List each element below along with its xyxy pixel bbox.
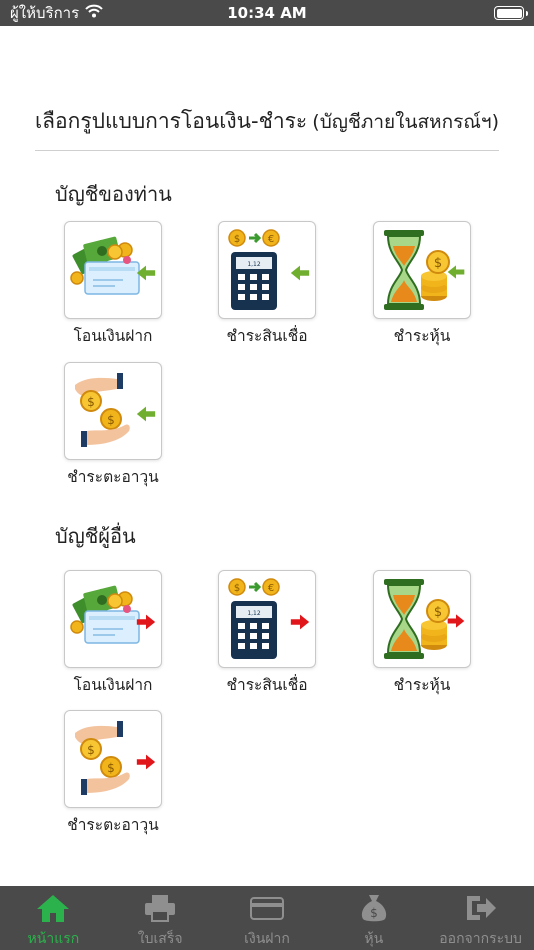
tile-label: ชำระตะอาวุน [67, 816, 159, 834]
tile-box: 1,12 [218, 570, 316, 668]
tab-label: หน้าแรก [27, 931, 80, 947]
status-bar: ผู้ให้บริการ 10:34 AM [0, 0, 534, 26]
tile-label: โอนเงินฝาก [73, 327, 153, 345]
tab-label: เงินฝาก [244, 931, 290, 947]
own-pay-shares-button[interactable]: ชำระหุ้น [357, 221, 487, 351]
status-left: ผู้ให้บริการ [10, 1, 103, 25]
calculator-display: 1,12 [247, 261, 261, 268]
tab-label: หุ้น [364, 931, 384, 947]
tab-receipt[interactable]: ใบเสร็จ [107, 886, 213, 950]
own-pay-loan-button[interactable]: 1,12 ชำระสินเชื่อ [202, 221, 332, 351]
money-bag-icon: $ [358, 892, 390, 924]
tile-label: ชำระสินเชื่อ [226, 676, 308, 694]
battery-icon [494, 6, 528, 20]
logout-icon [464, 892, 498, 924]
own-pay-taawun-button[interactable]: ชำระตะอาวุน [48, 362, 178, 492]
tile-box [64, 221, 162, 319]
tab-home[interactable]: หน้าแรก [0, 886, 106, 950]
tile-box [64, 570, 162, 668]
tile-label: ชำระหุ้น [393, 327, 451, 345]
hands-coins-icon [74, 372, 156, 448]
tile-box [373, 221, 471, 319]
tile-box: 1,12 [218, 221, 316, 319]
page-title: เลือกรูปแบบการโอนเงิน-ชำระ [35, 109, 308, 133]
page-header: เลือกรูปแบบการโอนเงิน-ชำระ (บัญชีภายในสห… [35, 105, 499, 151]
tab-deposit[interactable]: เงินฝาก [214, 886, 320, 950]
carrier-label: ผู้ให้บริการ [10, 4, 80, 22]
tab-label: ออกจากระบบ [439, 931, 522, 947]
tab-shares[interactable]: $ หุ้น [321, 886, 427, 950]
money-transfer-icon [70, 235, 156, 295]
tab-label: ใบเสร็จ [137, 931, 183, 947]
tile-label: โอนเงินฝาก [73, 676, 153, 694]
page-subtitle: (บัญชีภายในสหกรณ์ฯ) [312, 111, 499, 133]
wifi-icon [85, 4, 103, 22]
calculator-display: 1,12 [247, 610, 261, 617]
tab-logout[interactable]: ออกจากระบบ [428, 886, 534, 950]
printer-icon [143, 892, 177, 924]
other-pay-shares-button[interactable]: ชำระหุ้น [357, 570, 487, 700]
calculator-icon: 1,12 [227, 228, 310, 312]
other-pay-taawun-button[interactable]: ชำระตะอาวุน [48, 710, 178, 840]
other-pay-loan-button[interactable]: 1,12 ชำระสินเชื่อ [202, 570, 332, 700]
tile-label: ชำระตะอาวุน [67, 468, 159, 486]
section-title-own: บัญชีของท่าน [55, 182, 172, 206]
other-transfer-deposit-button[interactable]: โอนเงินฝาก [48, 570, 178, 700]
tile-box [373, 570, 471, 668]
card-icon [249, 892, 285, 924]
tab-bar: หน้าแรก ใบเสร็จ เงินฝาก $ หุ้น ออกจากระบ… [0, 886, 534, 950]
hands-coins-icon [74, 720, 156, 796]
hourglass-coins-icon [383, 578, 465, 660]
money-transfer-icon [70, 584, 156, 644]
section-title-other: บัญชีผู้อื่น [55, 524, 136, 548]
hourglass-coins-icon [383, 229, 465, 311]
tile-label: ชำระสินเชื่อ [226, 327, 308, 345]
tile-box [64, 710, 162, 808]
tile-box [64, 362, 162, 460]
svg-text:$: $ [370, 906, 378, 920]
calculator-icon: 1,12 [227, 577, 310, 661]
tile-label: ชำระหุ้น [393, 676, 451, 694]
home-icon [36, 892, 70, 924]
own-transfer-deposit-button[interactable]: โอนเงินฝาก [48, 221, 178, 351]
